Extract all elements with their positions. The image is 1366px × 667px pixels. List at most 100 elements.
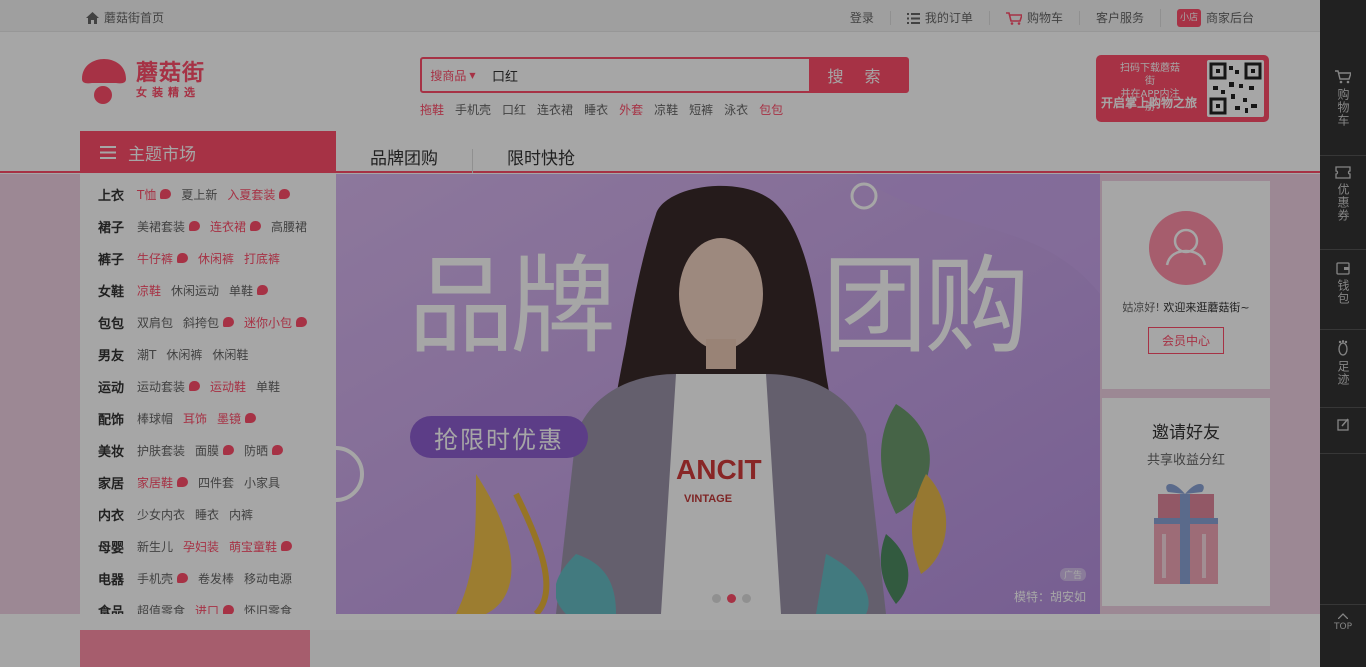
search-input[interactable]	[484, 59, 809, 91]
hot-keyword[interactable]: 外套	[619, 101, 643, 118]
category-link[interactable]: 休闲鞋	[212, 346, 248, 363]
category-link-label: 牛仔裤	[137, 251, 174, 266]
carousel-dot-3[interactable]	[742, 594, 751, 603]
search-button[interactable]: 搜 索	[809, 59, 907, 91]
hot-keyword[interactable]: 凉鞋	[654, 101, 678, 118]
login-label: 登录	[849, 11, 874, 25]
category-heading[interactable]: 上衣	[98, 185, 137, 204]
category-link[interactable]: T恤	[137, 186, 172, 203]
tab-brand-group-buy[interactable]: 品牌团购	[336, 149, 472, 173]
search-category-dropdown[interactable]: 搜商品 ▼	[422, 59, 484, 91]
app-download-promo[interactable]: 扫码下载蘑菇街 并在APP内注册 开启掌上购物之旅	[1096, 55, 1269, 122]
sidebar-item-cart[interactable]: 购物车	[1320, 70, 1366, 156]
hot-keyword[interactable]: 泳衣	[724, 101, 748, 118]
hot-keyword[interactable]: 拖鞋	[420, 101, 444, 118]
category-link[interactable]: 运动鞋	[210, 378, 246, 395]
category-heading[interactable]: 男友	[98, 345, 137, 364]
banner-promo-badge[interactable]: 抢限时优惠	[410, 416, 588, 458]
category-link[interactable]: 单鞋	[256, 378, 280, 395]
category-link[interactable]: 潮T	[137, 346, 156, 363]
category-link[interactable]: 双肩包	[137, 314, 173, 331]
category-heading[interactable]: 包包	[98, 313, 137, 332]
cart-link[interactable]: 购物车	[988, 11, 1079, 25]
category-heading[interactable]: 运动	[98, 377, 137, 396]
category-link[interactable]: 斜挎包	[183, 314, 235, 331]
category-link[interactable]: 休闲运动	[171, 282, 219, 299]
back-to-top-button[interactable]: TOP	[1320, 604, 1366, 644]
category-link[interactable]: 高腰裙	[271, 218, 307, 235]
category-link[interactable]: 防晒	[244, 442, 284, 459]
category-heading[interactable]: 裤子	[98, 249, 137, 268]
category-heading[interactable]: 电器	[98, 569, 137, 588]
category-heading[interactable]: 家居	[98, 473, 137, 492]
hot-keyword[interactable]: 睡衣	[584, 101, 608, 118]
category-link[interactable]: 入夏套装	[227, 186, 291, 203]
bottom-banner-left[interactable]	[80, 630, 310, 667]
carousel-dot-2[interactable]	[727, 594, 736, 603]
category-link-label: 入夏套装	[227, 187, 276, 202]
category-heading[interactable]: 美妆	[98, 441, 137, 460]
sidebar-footprint-label: 足迹	[1336, 360, 1350, 386]
category-link[interactable]: 连衣裙	[210, 218, 262, 235]
category-link[interactable]: 护肤套装	[137, 442, 185, 459]
category-heading[interactable]: 配饰	[98, 409, 137, 428]
category-link[interactable]: 萌宝童鞋	[229, 538, 293, 555]
category-link[interactable]: 美裙套装	[137, 218, 201, 235]
hot-keyword[interactable]: 包包	[759, 101, 783, 118]
customer-service-link[interactable]: 客户服务	[1078, 11, 1160, 25]
sidebar-item-coupon[interactable]: 优惠券	[1320, 166, 1366, 250]
category-link[interactable]: 内裤	[229, 506, 253, 523]
hero-banner[interactable]: 品牌 团购 ANCIT VINTAGE 抢限时优惠 广告 模特：胡安如	[336, 174, 1100, 614]
theme-market-menu[interactable]: 主题市场	[80, 131, 336, 173]
category-heading[interactable]: 女鞋	[98, 281, 137, 300]
category-link[interactable]: 移动电源	[244, 570, 292, 587]
category-link[interactable]: 少女内衣	[137, 506, 185, 523]
avatar[interactable]	[1149, 211, 1223, 285]
category-link[interactable]: 休闲裤	[198, 250, 234, 267]
category-link[interactable]: 打底裤	[244, 250, 280, 267]
category-heading[interactable]: 内衣	[98, 505, 137, 524]
category-link[interactable]: 面膜	[195, 442, 235, 459]
category-link-label: 萌宝童鞋	[229, 539, 278, 554]
hot-keyword[interactable]: 短裤	[689, 101, 713, 118]
my-orders-link[interactable]: 我的订单	[889, 11, 989, 25]
invite-friends-panel[interactable]: 邀请好友 共享收益分红	[1102, 398, 1270, 606]
category-link[interactable]: 休闲裤	[166, 346, 202, 363]
hot-keyword[interactable]: 连衣裙	[537, 101, 573, 118]
category-heading[interactable]: 裙子	[98, 217, 137, 236]
category-link[interactable]: 家居鞋	[137, 474, 189, 491]
category-link[interactable]: 夏上新	[181, 186, 217, 203]
category-link[interactable]: 新生儿	[137, 538, 173, 555]
header: 蘑菇街 女装精选 搜商品 ▼ 搜 索 拖鞋手机壳口红连衣裙睡衣外套凉鞋短裤泳衣包…	[0, 33, 1320, 173]
login-link[interactable]: 登录	[834, 11, 890, 25]
hot-keyword[interactable]: 手机壳	[455, 101, 491, 118]
category-heading[interactable]: 母婴	[98, 537, 137, 556]
category-link[interactable]: 牛仔裤	[137, 250, 189, 267]
category-link[interactable]: 手机壳	[137, 570, 189, 587]
logo[interactable]: 蘑菇街 女装精选	[80, 57, 205, 105]
category-link[interactable]: 墨镜	[217, 410, 257, 427]
category-link[interactable]: 棒球帽	[137, 410, 173, 427]
category-link[interactable]: 孕妇装	[183, 538, 219, 555]
category-link[interactable]: 卷发棒	[198, 570, 234, 587]
carousel-dot-1[interactable]	[712, 594, 721, 603]
category-link[interactable]: 耳饰	[183, 410, 207, 427]
sidebar-item-feedback[interactable]	[1320, 418, 1366, 454]
member-center-button[interactable]: 会员中心	[1148, 327, 1224, 354]
category-link[interactable]: 小家具	[244, 474, 280, 491]
tab-flash-sale[interactable]: 限时快抢	[472, 149, 609, 173]
invite-title: 邀请好友	[1152, 423, 1220, 443]
category-link[interactable]: 运动套装	[137, 378, 201, 395]
category-link[interactable]: 睡衣	[195, 506, 219, 523]
category-link[interactable]: 单鞋	[229, 282, 269, 299]
search-category-label: 搜商品	[430, 68, 467, 83]
hot-keyword[interactable]: 口红	[502, 101, 526, 118]
home-link[interactable]: 蘑菇街首页	[86, 9, 164, 26]
sidebar-item-footprint[interactable]: 足迹	[1320, 340, 1366, 408]
category-link[interactable]: 凉鞋	[137, 282, 161, 299]
category-row: 内衣 少女内衣 睡衣 内裤	[80, 498, 336, 530]
category-link[interactable]: 四件套	[198, 474, 234, 491]
sidebar-item-wallet[interactable]: 钱包	[1320, 262, 1366, 330]
seller-center-link[interactable]: 小店 商家后台	[1159, 9, 1270, 27]
category-link[interactable]: 迷你小包	[244, 314, 308, 331]
